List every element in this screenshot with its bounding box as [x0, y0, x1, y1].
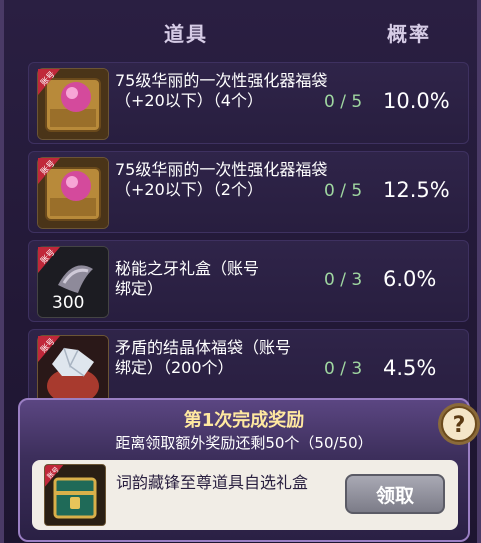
- rate-column-header: 概率: [387, 22, 431, 46]
- item-list: 账号 75级华丽的一次性强化器福袋（+20以下）（4个） 0 / 5 10.0%…: [28, 62, 469, 418]
- list-item: 账号 75级华丽的一次性强化器福袋（+20以下）（4个） 0 / 5 10.0%: [28, 62, 469, 144]
- table-header: 道具 概率: [4, 0, 481, 62]
- account-bound-tag: 账号: [45, 465, 64, 487]
- account-bound-tag: 账号: [38, 158, 60, 184]
- completion-reward: 第1次完成奖励 距离领取额外奖励还剩50个（50/50） 账号 词韵藏锋至尊道具…: [18, 398, 470, 542]
- item-rate: 12.5%: [383, 178, 450, 202]
- reward-title: 第1次完成奖励: [183, 410, 305, 431]
- item-count: 0 / 3: [324, 270, 363, 290]
- help-gear-icon[interactable]: ?: [436, 401, 481, 447]
- treasure-box-icon[interactable]: 账号: [44, 464, 106, 526]
- item-name: 75级华丽的一次性强化器福袋（+20以下）（4个）: [115, 71, 328, 110]
- claim-button[interactable]: 领取: [345, 474, 445, 514]
- reward-item-name: 词韵藏锋至尊道具自选礼盒: [116, 473, 309, 492]
- item-count: 0 / 5: [324, 92, 363, 112]
- reward-item-box: 账号 词韵藏锋至尊道具自选礼盒 领取: [32, 460, 458, 530]
- reward-panel: 道具 概率 账号 75级华丽的一次性强化器福袋（+20以下）（4个） 0 / 5…: [0, 0, 481, 543]
- item-quantity: 300: [52, 293, 85, 313]
- account-bound-tag: 账号: [38, 336, 60, 362]
- list-item: 账号 75级华丽的一次性强化器福袋（+20以下）（2个） 0 / 5 12.5%: [28, 151, 469, 233]
- account-bound-tag: 账号: [38, 247, 60, 273]
- item-rate: 10.0%: [383, 89, 450, 113]
- item-rate: 6.0%: [383, 267, 437, 291]
- item-name: 矛盾的结晶体福袋（账号绑定）（200个）: [115, 338, 292, 377]
- item-name: 75级华丽的一次性强化器福袋（+20以下）（2个）: [115, 160, 328, 199]
- item-count: 0 / 3: [324, 359, 363, 379]
- item-count: 0 / 5: [324, 181, 363, 201]
- list-item: 300 账号 秘能之牙礼盒（账号绑定） 0 / 3 6.0%: [28, 240, 469, 322]
- reward-progress-text: 距离领取额外奖励还剩50个（50/50）: [115, 434, 373, 452]
- item-rate: 4.5%: [383, 356, 437, 380]
- item-name: 秘能之牙礼盒（账号绑定）: [115, 259, 260, 298]
- item-column-header: 道具: [164, 22, 208, 46]
- svg-text:?: ?: [453, 413, 466, 438]
- account-bound-tag: 账号: [38, 69, 60, 95]
